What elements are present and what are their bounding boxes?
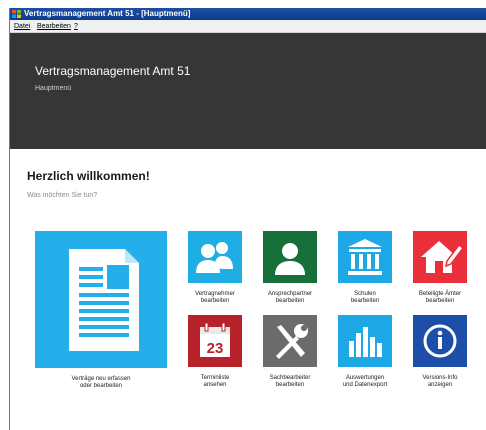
tile-beteiligte-aemter-label: Beteiligte Ämter bearbeiten bbox=[418, 291, 462, 304]
menu-bar: Datei Bearbeiten ? bbox=[10, 20, 486, 33]
person-icon bbox=[263, 231, 317, 283]
tile-terminliste-label: Terminliste ansehen bbox=[200, 375, 230, 388]
app-icon bbox=[12, 10, 21, 18]
house-edit-icon bbox=[413, 231, 467, 283]
tile-vertraege[interactable] bbox=[35, 231, 167, 368]
tile-sachbearbeiter-label: Sachbearbeiter bearbeiten bbox=[269, 375, 311, 388]
tile-ansprechpartner-label: Ansprechpartner bearbeiten bbox=[267, 291, 313, 304]
tile-versions-info-label: Versions-Info anzeigen bbox=[422, 375, 458, 388]
app-title: Vertragsmanagement Amt 51 bbox=[35, 64, 191, 78]
menu-help[interactable]: ? bbox=[74, 20, 78, 33]
tile-auswertungen-label: Auswertungen und Datenexport bbox=[342, 375, 388, 388]
welcome-question: Was möchten Sie tun? bbox=[27, 192, 98, 199]
bar-chart-icon bbox=[338, 315, 392, 367]
header-banner: Vertragsmanagement Amt 51 Hauptmenü bbox=[10, 33, 486, 149]
tile-schulen-label: Schulen bearbeiten bbox=[350, 291, 380, 304]
people-icon bbox=[188, 231, 242, 283]
window-title: Vertragsmanagement Amt 51 - [Hauptmenü] bbox=[24, 9, 191, 18]
calendar-icon: 23 bbox=[188, 315, 242, 367]
tile-vertraege-label: Verträge neu erfassen oder bearbeiten bbox=[71, 376, 131, 389]
info-icon bbox=[413, 315, 467, 367]
building-icon bbox=[338, 231, 392, 283]
document-icon bbox=[69, 249, 139, 351]
calendar-day: 23 bbox=[207, 340, 224, 357]
tile-vertragnehmer-label: Vertragnehmer bearbeiten bbox=[195, 291, 235, 304]
title-bar: Vertragsmanagement Amt 51 - [Hauptmenü] bbox=[10, 8, 486, 20]
tools-icon bbox=[263, 315, 317, 367]
page-subtitle: Hauptmenü bbox=[35, 85, 72, 92]
menu-bearbeiten[interactable]: Bearbeiten bbox=[37, 20, 71, 33]
menu-datei[interactable]: Datei bbox=[14, 20, 30, 33]
welcome-heading: Herzlich willkommen! bbox=[27, 169, 150, 183]
